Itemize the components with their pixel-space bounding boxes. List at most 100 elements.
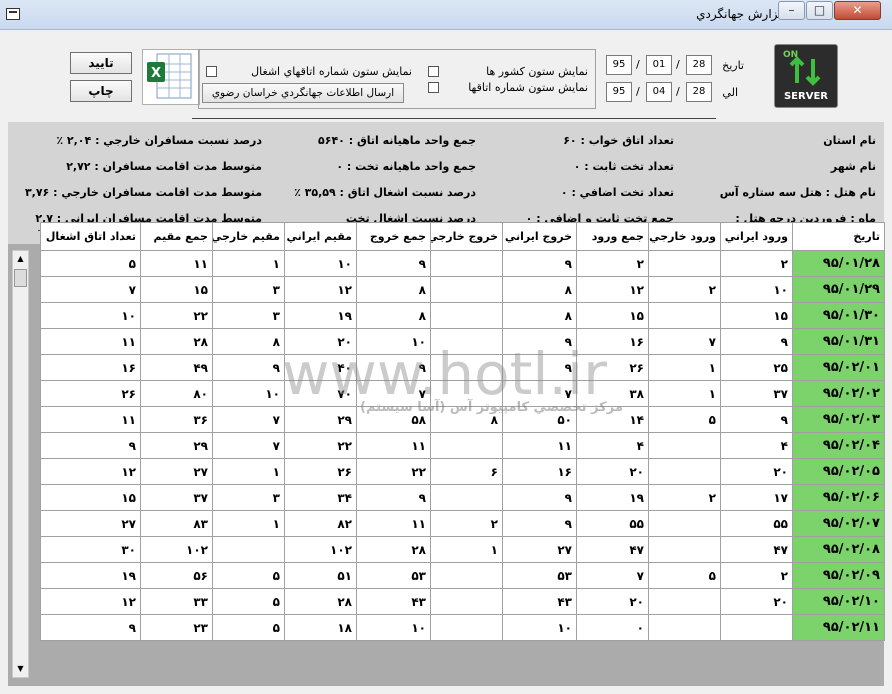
server-status-icon[interactable]: ON SERVER <box>774 44 838 108</box>
column-header[interactable]: ورود خارجي <box>648 222 721 251</box>
table-cell[interactable]: ۶ <box>430 458 503 485</box>
to-day-input[interactable]: 28 <box>686 82 712 102</box>
table-cell[interactable]: ۱۰ <box>40 302 141 329</box>
table-cell[interactable]: ۷ <box>40 276 141 303</box>
table-cell[interactable]: ۵۱ <box>284 562 357 589</box>
table-cell[interactable]: ۲۷ <box>40 510 141 537</box>
table-cell[interactable]: ۱۰ <box>284 250 357 277</box>
date-cell[interactable]: ۹۵/۰۲/۰۵ <box>792 458 885 485</box>
table-cell[interactable]: ۲۹ <box>284 406 357 433</box>
table-cell[interactable]: ۲۲ <box>284 432 357 459</box>
table-cell[interactable]: ۵۳ <box>502 562 577 589</box>
table-cell[interactable]: ۲ <box>430 510 503 537</box>
table-cell[interactable]: ۷ <box>648 328 721 355</box>
print-button[interactable]: چاپ <box>70 80 132 102</box>
table-cell[interactable]: ۱۲ <box>40 458 141 485</box>
table-cell[interactable]: ۷ <box>356 380 431 407</box>
table-cell[interactable]: ۱۰ <box>720 276 793 303</box>
table-cell[interactable]: ۲۸ <box>284 588 357 615</box>
table-cell[interactable]: ۱۵ <box>140 276 213 303</box>
table-cell[interactable]: ۳۴ <box>284 484 357 511</box>
table-cell[interactable]: ۹ <box>502 484 577 511</box>
table-cell[interactable]: ۳۶ <box>140 406 213 433</box>
table-cell[interactable]: ۱۷ <box>720 484 793 511</box>
from-year-input[interactable]: 95 <box>606 55 632 75</box>
table-cell[interactable]: ۱۰ <box>502 614 577 641</box>
table-cell[interactable]: ۲۸ <box>356 536 431 563</box>
table-cell[interactable]: ۸ <box>430 406 503 433</box>
table-cell[interactable]: ۵۵ <box>720 510 793 537</box>
table-cell[interactable]: ۹ <box>212 354 285 381</box>
column-header[interactable]: خروج ايراني <box>502 222 577 251</box>
table-cell[interactable] <box>430 432 503 459</box>
date-cell[interactable]: ۹۵/۰۲/۰۸ <box>792 536 885 563</box>
maximize-button[interactable]: □ <box>806 1 833 20</box>
table-cell[interactable]: ۹ <box>40 614 141 641</box>
column-header[interactable]: جمع ورود <box>576 222 649 251</box>
table-row[interactable]: ۹۵/۰۲/۰۱ ۲۵ ۱ ۲۶ ۹ ۹ ۴۰ ۹ ۴۹ ۱۶ <box>40 354 885 381</box>
table-cell[interactable] <box>430 276 503 303</box>
table-row[interactable]: ۹۵/۰۲/۰۴ ۴ ۴ ۱۱ ۱۱ ۲۲ ۷ ۲۹ ۹ <box>40 432 885 459</box>
table-cell[interactable]: ۷ <box>576 562 649 589</box>
table-cell[interactable]: ۹ <box>720 406 793 433</box>
table-cell[interactable]: ۲۶ <box>284 458 357 485</box>
table-cell[interactable]: ۳۰ <box>40 536 141 563</box>
table-cell[interactable]: ۱۹ <box>284 302 357 329</box>
table-row[interactable]: ۹۵/۰۲/۰۶ ۱۷ ۲ ۱۹ ۹ ۹ ۳۴ ۳ ۳۷ ۱۵ <box>40 484 885 511</box>
date-cell[interactable]: ۹۵/۰۲/۰۷ <box>792 510 885 537</box>
table-cell[interactable]: ۱۴ <box>576 406 649 433</box>
date-cell[interactable]: ۹۵/۰۲/۱۱ <box>792 614 885 641</box>
table-cell[interactable]: ۹ <box>502 328 577 355</box>
table-cell[interactable]: ۴۰ <box>284 354 357 381</box>
table-cell[interactable]: ۱۰۲ <box>140 536 213 563</box>
table-cell[interactable]: ۱۱ <box>356 432 431 459</box>
table-cell[interactable]: ۴۳ <box>356 588 431 615</box>
show-room-numbers-checkbox[interactable] <box>428 82 439 93</box>
table-row[interactable]: ۹۵/۰۱/۲۸ ۲ ۲ ۹ ۹ ۱۰ ۱ ۱۱ ۵ <box>40 250 885 277</box>
table-cell[interactable]: ۹ <box>356 354 431 381</box>
table-row[interactable]: ۹۵/۰۲/۰۸ ۴۷ ۴۷ ۲۷ ۱ ۲۸ ۱۰۲ ۱۰۲ ۳۰ <box>40 536 885 563</box>
table-cell[interactable] <box>720 614 793 641</box>
table-cell[interactable]: ۲۲ <box>356 458 431 485</box>
scroll-up-icon[interactable]: ▲ <box>13 251 28 267</box>
table-cell[interactable]: ۸ <box>502 302 577 329</box>
table-cell[interactable]: ۳ <box>212 484 285 511</box>
minimize-button[interactable]: – <box>778 1 805 20</box>
table-cell[interactable]: ۱۰ <box>356 328 431 355</box>
date-cell[interactable]: ۹۵/۰۲/۰۴ <box>792 432 885 459</box>
table-cell[interactable]: ۱ <box>648 380 721 407</box>
table-cell[interactable]: ۲۹ <box>140 432 213 459</box>
table-cell[interactable]: ۵ <box>212 588 285 615</box>
table-row[interactable]: ۹۵/۰۱/۳۰ ۱۵ ۱۵ ۸ ۸ ۱۹ ۳ ۲۲ ۱۰ <box>40 302 885 329</box>
to-month-input[interactable]: 04 <box>646 82 672 102</box>
table-cell[interactable]: ۸ <box>356 276 431 303</box>
table-cell[interactable]: ۴۷ <box>720 536 793 563</box>
table-row[interactable]: ۹۵/۰۲/۰۷ ۵۵ ۵۵ ۹ ۲ ۱۱ ۸۲ ۱ ۸۳ ۲۷ <box>40 510 885 537</box>
table-cell[interactable]: ۲۰ <box>284 328 357 355</box>
table-cell[interactable]: ۵ <box>212 562 285 589</box>
table-cell[interactable]: ۱ <box>212 250 285 277</box>
table-cell[interactable]: ۱۵ <box>576 302 649 329</box>
date-cell[interactable]: ۹۵/۰۲/۱۰ <box>792 588 885 615</box>
table-cell[interactable]: ۴ <box>720 432 793 459</box>
table-cell[interactable]: ۱۱ <box>356 510 431 537</box>
date-cell[interactable]: ۹۵/۰۲/۰۱ <box>792 354 885 381</box>
table-cell[interactable]: ۱۱ <box>140 250 213 277</box>
table-cell[interactable]: ۹ <box>356 250 431 277</box>
table-cell[interactable]: ۵۰ <box>502 406 577 433</box>
table-cell[interactable]: ۱۰ <box>212 380 285 407</box>
table-cell[interactable]: ۱ <box>648 354 721 381</box>
table-cell[interactable]: ۰ <box>576 614 649 641</box>
date-cell[interactable]: ۹۵/۰۱/۳۰ <box>792 302 885 329</box>
column-header[interactable]: مقيم ايراني <box>284 222 357 251</box>
excel-export-icon[interactable]: X <box>142 49 200 105</box>
scroll-thumb[interactable] <box>14 269 27 287</box>
table-cell[interactable] <box>648 250 721 277</box>
table-cell[interactable]: ۱۰ <box>356 614 431 641</box>
table-cell[interactable]: ۳۸ <box>576 380 649 407</box>
table-cell[interactable]: ۱۹ <box>576 484 649 511</box>
table-row[interactable]: ۹۵/۰۲/۰۵ ۲۰ ۲۰ ۱۶ ۶ ۲۲ ۲۶ ۱ ۲۷ ۱۲ <box>40 458 885 485</box>
table-cell[interactable]: ۵۸ <box>356 406 431 433</box>
column-header[interactable]: خروج خارجي <box>430 222 503 251</box>
table-cell[interactable]: ۳۷ <box>140 484 213 511</box>
